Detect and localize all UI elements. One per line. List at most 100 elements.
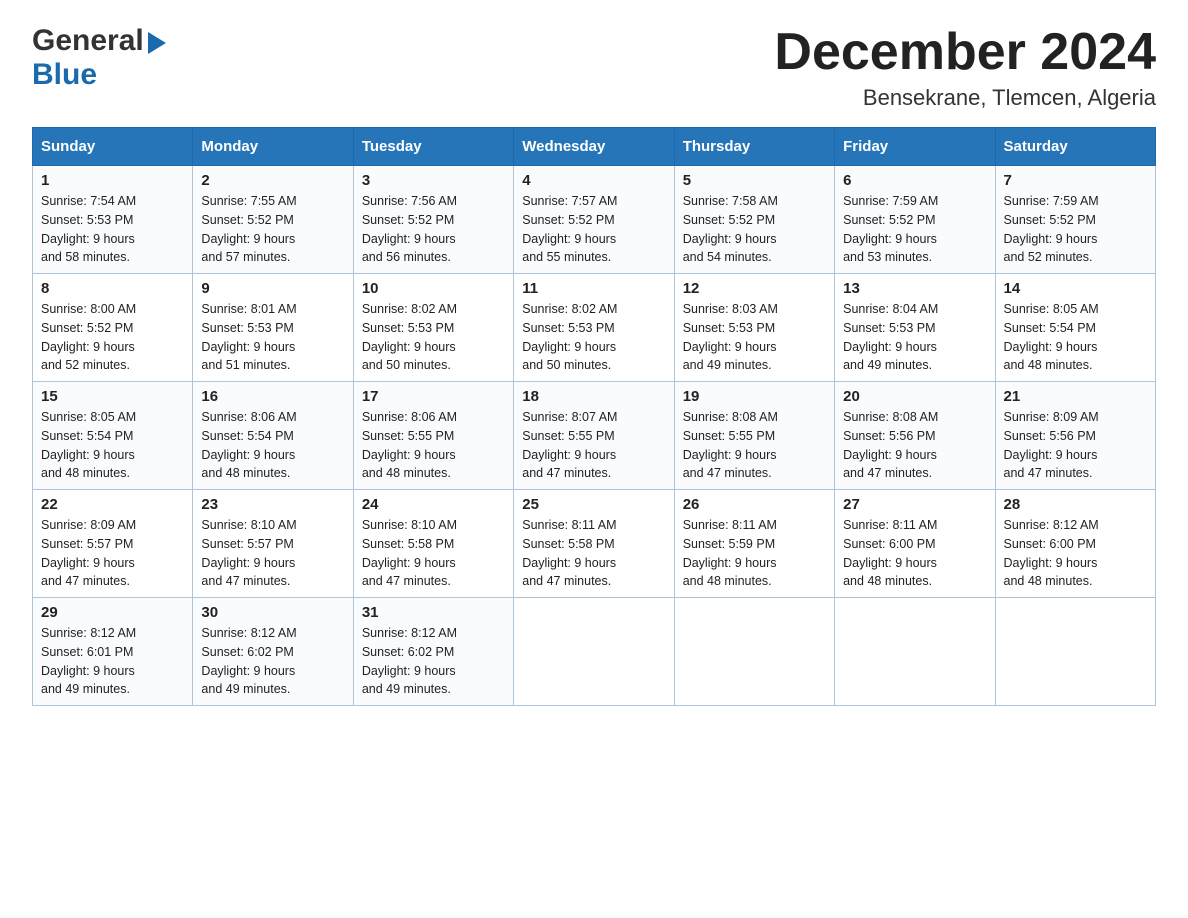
calendar-day-cell: 24 Sunrise: 8:10 AMSunset: 5:58 PMDaylig…	[353, 490, 513, 598]
calendar-week-row: 15 Sunrise: 8:05 AMSunset: 5:54 PMDaylig…	[33, 382, 1156, 490]
calendar-day-cell: 21 Sunrise: 8:09 AMSunset: 5:56 PMDaylig…	[995, 382, 1155, 490]
day-info: Sunrise: 8:11 AMSunset: 5:59 PMDaylight:…	[683, 518, 777, 588]
calendar-day-cell: 20 Sunrise: 8:08 AMSunset: 5:56 PMDaylig…	[835, 382, 995, 490]
day-number: 23	[201, 496, 344, 513]
day-number: 6	[843, 172, 986, 189]
day-info: Sunrise: 8:06 AMSunset: 5:54 PMDaylight:…	[201, 410, 296, 480]
day-info: Sunrise: 7:58 AMSunset: 5:52 PMDaylight:…	[683, 194, 778, 264]
calendar-day-cell: 14 Sunrise: 8:05 AMSunset: 5:54 PMDaylig…	[995, 274, 1155, 382]
day-number: 24	[362, 496, 505, 513]
day-number: 11	[522, 280, 665, 297]
title-block: December 2024 Bensekrane, Tlemcen, Alger…	[774, 24, 1156, 111]
day-info: Sunrise: 8:12 AMSunset: 6:01 PMDaylight:…	[41, 626, 136, 696]
calendar-day-cell: 16 Sunrise: 8:06 AMSunset: 5:54 PMDaylig…	[193, 382, 353, 490]
day-number: 2	[201, 172, 344, 189]
day-info: Sunrise: 8:04 AMSunset: 5:53 PMDaylight:…	[843, 302, 938, 372]
day-number: 5	[683, 172, 826, 189]
calendar-day-cell: 2 Sunrise: 7:55 AMSunset: 5:52 PMDayligh…	[193, 166, 353, 274]
calendar-day-cell: 26 Sunrise: 8:11 AMSunset: 5:59 PMDaylig…	[674, 490, 834, 598]
calendar-day-cell: 30 Sunrise: 8:12 AMSunset: 6:02 PMDaylig…	[193, 598, 353, 706]
header-friday: Friday	[835, 128, 995, 166]
logo-general-text: General	[32, 24, 144, 58]
day-number: 29	[41, 604, 184, 621]
page-header: General Blue December 2024 Bensekrane, T…	[32, 24, 1156, 111]
calendar-day-cell: 23 Sunrise: 8:10 AMSunset: 5:57 PMDaylig…	[193, 490, 353, 598]
day-number: 21	[1004, 388, 1147, 405]
day-number: 17	[362, 388, 505, 405]
header-saturday: Saturday	[995, 128, 1155, 166]
day-info: Sunrise: 8:09 AMSunset: 5:57 PMDaylight:…	[41, 518, 136, 588]
day-info: Sunrise: 8:02 AMSunset: 5:53 PMDaylight:…	[522, 302, 617, 372]
day-info: Sunrise: 7:55 AMSunset: 5:52 PMDaylight:…	[201, 194, 296, 264]
day-info: Sunrise: 8:12 AMSunset: 6:02 PMDaylight:…	[201, 626, 296, 696]
header-tuesday: Tuesday	[353, 128, 513, 166]
day-number: 30	[201, 604, 344, 621]
day-number: 8	[41, 280, 184, 297]
day-info: Sunrise: 7:56 AMSunset: 5:52 PMDaylight:…	[362, 194, 457, 264]
day-number: 7	[1004, 172, 1147, 189]
calendar-day-cell: 11 Sunrise: 8:02 AMSunset: 5:53 PMDaylig…	[514, 274, 674, 382]
day-number: 20	[843, 388, 986, 405]
day-info: Sunrise: 8:02 AMSunset: 5:53 PMDaylight:…	[362, 302, 457, 372]
calendar-day-cell: 12 Sunrise: 8:03 AMSunset: 5:53 PMDaylig…	[674, 274, 834, 382]
day-number: 9	[201, 280, 344, 297]
calendar-day-cell: 15 Sunrise: 8:05 AMSunset: 5:54 PMDaylig…	[33, 382, 193, 490]
calendar-day-cell	[835, 598, 995, 706]
day-number: 14	[1004, 280, 1147, 297]
day-info: Sunrise: 8:11 AMSunset: 5:58 PMDaylight:…	[522, 518, 616, 588]
calendar-day-cell: 3 Sunrise: 7:56 AMSunset: 5:52 PMDayligh…	[353, 166, 513, 274]
calendar-day-cell	[514, 598, 674, 706]
day-info: Sunrise: 8:01 AMSunset: 5:53 PMDaylight:…	[201, 302, 296, 372]
day-info: Sunrise: 8:10 AMSunset: 5:58 PMDaylight:…	[362, 518, 457, 588]
calendar-day-cell: 17 Sunrise: 8:06 AMSunset: 5:55 PMDaylig…	[353, 382, 513, 490]
calendar-day-cell: 7 Sunrise: 7:59 AMSunset: 5:52 PMDayligh…	[995, 166, 1155, 274]
day-info: Sunrise: 7:57 AMSunset: 5:52 PMDaylight:…	[522, 194, 617, 264]
calendar-week-row: 1 Sunrise: 7:54 AMSunset: 5:53 PMDayligh…	[33, 166, 1156, 274]
calendar-day-cell: 28 Sunrise: 8:12 AMSunset: 6:00 PMDaylig…	[995, 490, 1155, 598]
day-info: Sunrise: 8:11 AMSunset: 6:00 PMDaylight:…	[843, 518, 937, 588]
calendar-day-cell: 22 Sunrise: 8:09 AMSunset: 5:57 PMDaylig…	[33, 490, 193, 598]
calendar-day-cell: 31 Sunrise: 8:12 AMSunset: 6:02 PMDaylig…	[353, 598, 513, 706]
calendar-day-cell: 8 Sunrise: 8:00 AMSunset: 5:52 PMDayligh…	[33, 274, 193, 382]
day-info: Sunrise: 8:05 AMSunset: 5:54 PMDaylight:…	[1004, 302, 1099, 372]
day-info: Sunrise: 8:12 AMSunset: 6:02 PMDaylight:…	[362, 626, 457, 696]
calendar-day-cell: 19 Sunrise: 8:08 AMSunset: 5:55 PMDaylig…	[674, 382, 834, 490]
day-number: 1	[41, 172, 184, 189]
day-number: 13	[843, 280, 986, 297]
calendar-day-cell: 25 Sunrise: 8:11 AMSunset: 5:58 PMDaylig…	[514, 490, 674, 598]
day-number: 19	[683, 388, 826, 405]
calendar-day-cell: 6 Sunrise: 7:59 AMSunset: 5:52 PMDayligh…	[835, 166, 995, 274]
header-thursday: Thursday	[674, 128, 834, 166]
day-number: 25	[522, 496, 665, 513]
calendar-day-cell: 9 Sunrise: 8:01 AMSunset: 5:53 PMDayligh…	[193, 274, 353, 382]
calendar-day-cell: 13 Sunrise: 8:04 AMSunset: 5:53 PMDaylig…	[835, 274, 995, 382]
calendar-day-cell: 29 Sunrise: 8:12 AMSunset: 6:01 PMDaylig…	[33, 598, 193, 706]
header-sunday: Sunday	[33, 128, 193, 166]
day-number: 26	[683, 496, 826, 513]
calendar-header-row: Sunday Monday Tuesday Wednesday Thursday…	[33, 128, 1156, 166]
day-number: 12	[683, 280, 826, 297]
header-monday: Monday	[193, 128, 353, 166]
day-info: Sunrise: 8:05 AMSunset: 5:54 PMDaylight:…	[41, 410, 136, 480]
day-info: Sunrise: 8:10 AMSunset: 5:57 PMDaylight:…	[201, 518, 296, 588]
day-number: 16	[201, 388, 344, 405]
calendar-week-row: 29 Sunrise: 8:12 AMSunset: 6:01 PMDaylig…	[33, 598, 1156, 706]
day-number: 31	[362, 604, 505, 621]
calendar-day-cell: 5 Sunrise: 7:58 AMSunset: 5:52 PMDayligh…	[674, 166, 834, 274]
day-info: Sunrise: 8:03 AMSunset: 5:53 PMDaylight:…	[683, 302, 778, 372]
day-info: Sunrise: 8:12 AMSunset: 6:00 PMDaylight:…	[1004, 518, 1099, 588]
day-number: 18	[522, 388, 665, 405]
calendar-day-cell: 4 Sunrise: 7:57 AMSunset: 5:52 PMDayligh…	[514, 166, 674, 274]
day-info: Sunrise: 7:59 AMSunset: 5:52 PMDaylight:…	[843, 194, 938, 264]
page-title: December 2024	[774, 24, 1156, 81]
calendar-day-cell: 10 Sunrise: 8:02 AMSunset: 5:53 PMDaylig…	[353, 274, 513, 382]
page-subtitle: Bensekrane, Tlemcen, Algeria	[774, 85, 1156, 111]
day-number: 3	[362, 172, 505, 189]
day-number: 15	[41, 388, 184, 405]
calendar-day-cell	[674, 598, 834, 706]
day-number: 4	[522, 172, 665, 189]
calendar-week-row: 22 Sunrise: 8:09 AMSunset: 5:57 PMDaylig…	[33, 490, 1156, 598]
logo-triangle-icon	[148, 32, 166, 54]
calendar-day-cell: 27 Sunrise: 8:11 AMSunset: 6:00 PMDaylig…	[835, 490, 995, 598]
logo-blue-text: Blue	[32, 58, 97, 91]
